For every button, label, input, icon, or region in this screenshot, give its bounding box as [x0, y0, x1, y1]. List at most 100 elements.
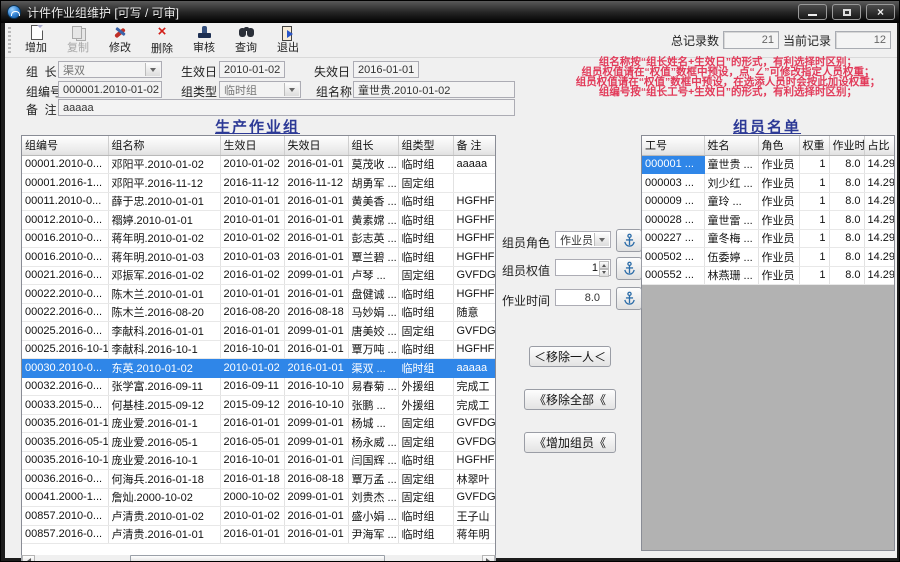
table-cell[interactable]: GVFDGF [453, 414, 495, 433]
table-cell[interactable]: 14.29 [864, 229, 894, 248]
table-row[interactable]: 00032.2016-0... 张学富.2016-09-11 2016-09-11 2… [22, 377, 495, 396]
table-cell[interactable]: 童玲 ... [704, 192, 759, 211]
table-cell[interactable]: 000502 ... [642, 247, 705, 267]
table-cell[interactable]: 2099-01-01 [284, 266, 349, 285]
table-cell[interactable]: 8.0 [829, 173, 865, 193]
add-button[interactable]: 增加 [16, 24, 56, 56]
table-cell[interactable]: 2000-10-02 [220, 488, 285, 507]
table-cell[interactable]: 林翠叶 [453, 469, 495, 489]
column-header[interactable]: 组长 [348, 136, 399, 156]
table-cell[interactable]: 2016-01-01 [284, 451, 349, 470]
table-cell[interactable]: 00025.2016-10-1 [22, 340, 109, 359]
table-row[interactable]: 00021.2016-0... 邓振军.2016-01-02 2016-01-02 2… [22, 266, 495, 285]
table-cell[interactable]: 作业员 [758, 155, 800, 174]
table-cell[interactable]: 14.29 [864, 266, 894, 285]
column-header[interactable]: 权重 [799, 136, 830, 156]
table-cell[interactable]: 00035.2016-10-1 [22, 451, 109, 470]
table-cell[interactable]: 2016-10-01 [220, 340, 285, 359]
table-cell[interactable]: 14.29 [864, 192, 894, 211]
table-cell[interactable]: 东英.2010-01-02 [108, 358, 221, 378]
work-time-field[interactable]: 8.0 [555, 289, 611, 306]
table-cell[interactable]: 临时组 [398, 340, 454, 359]
table-cell[interactable]: 邓振军.2016-01-02 [108, 266, 221, 285]
table-cell[interactable]: 2016-01-01 [284, 358, 349, 378]
table-cell[interactable]: 2010-01-02 [220, 506, 285, 526]
table-cell[interactable]: 临时组 [398, 247, 454, 267]
table-cell[interactable]: 2010-01-03 [220, 247, 285, 267]
table-cell[interactable]: GVFDGF [453, 321, 495, 341]
table-cell[interactable]: 1 [799, 247, 830, 267]
table-cell[interactable]: 2016-10-01 [220, 451, 285, 470]
apply-weight-button[interactable] [616, 257, 642, 280]
table-row[interactable]: 00035.2016-10-1 庞业爱.2016-10-1 2016-10-01 20… [22, 451, 495, 470]
table-cell[interactable]: 8.0 [829, 247, 865, 267]
table-row[interactable]: 00025.2016-10-1 李献科.2016-10-1 2016-10-01 20… [22, 340, 495, 359]
table-cell[interactable]: 2099-01-01 [284, 488, 349, 507]
table-row[interactable]: 00011.2010-0... 薛于忠.2010-01-01 2010-01-01 2… [22, 192, 495, 211]
table-cell[interactable]: 张鹏 ... [348, 395, 399, 415]
table-cell[interactable]: 彭志英 ... [348, 229, 399, 248]
table-cell[interactable]: 作业员 [758, 247, 800, 267]
table-cell[interactable]: 卢琴 ... [348, 266, 399, 285]
table-cell[interactable]: 作业员 [758, 266, 800, 285]
column-header[interactable]: 姓名 [704, 136, 759, 156]
close-button[interactable]: × [866, 4, 895, 20]
table-cell[interactable]: 何海兵.2016-01-18 [108, 469, 221, 489]
table-cell[interactable]: 00022.2016-0... [22, 303, 109, 322]
remove-one-button[interactable]: ＜移除一人＜ [529, 346, 611, 367]
table-cell[interactable]: HGFHFG [453, 192, 495, 211]
chevron-down-icon[interactable] [284, 83, 299, 96]
column-header[interactable]: 组类型 [398, 136, 454, 156]
table-cell[interactable]: 000009 ... [642, 192, 705, 211]
del-button[interactable]: × 删除 [142, 24, 182, 56]
table-row[interactable]: 00012.2010-0... 禤婷.2010-01-01 2010-01-01 20… [22, 210, 495, 230]
table-cell[interactable]: 1 [799, 229, 830, 248]
table-cell[interactable]: 胡勇军 ... [348, 173, 399, 193]
table-cell[interactable]: 张学富.2016-09-11 [108, 377, 221, 396]
table-cell[interactable]: 2016-01-01 [284, 210, 349, 230]
table-row[interactable]: 00001.2010-0... 邓阳平.2010-01-02 2010-01-02 2… [22, 155, 495, 174]
table-cell[interactable]: 8.0 [829, 210, 865, 230]
column-header[interactable]: 组名称 [108, 136, 221, 156]
table-cell[interactable]: 童世雷 ... [704, 210, 759, 230]
table-cell[interactable]: 00001.2016-1... [22, 173, 109, 193]
table-cell[interactable]: 2016-08-18 [284, 303, 349, 322]
table-cell[interactable]: 1 [799, 266, 830, 285]
table-cell[interactable]: GVFDGF [453, 432, 495, 452]
table-cell[interactable]: 2016-01-01 [284, 506, 349, 526]
table-cell[interactable]: 渠双 ... [348, 358, 399, 378]
start-date-field[interactable]: 2010-01-02 [219, 61, 285, 78]
table-cell[interactable]: 2099-01-01 [284, 321, 349, 341]
table-cell[interactable]: 临时组 [398, 451, 454, 470]
spin-up-icon[interactable] [599, 261, 609, 269]
table-cell[interactable]: 临时组 [398, 229, 454, 248]
table-cell[interactable]: 00021.2016-0... [22, 266, 109, 285]
table-cell[interactable]: 固定组 [398, 321, 454, 341]
table-cell[interactable]: 庞业爱.2016-05-1 [108, 432, 221, 452]
table-row[interactable]: 000502 ... 伍委婷 ... 作业员 1 8.0 14.29 [642, 247, 894, 267]
table-cell[interactable]: 00857.2010-0... [22, 506, 109, 526]
table-cell[interactable]: 14.29 [864, 155, 894, 174]
table-cell[interactable]: GVFDGF [453, 266, 495, 285]
table-cell[interactable]: 14.29 [864, 173, 894, 193]
table-row[interactable]: 00022.2010-0... 陈木兰.2010-01-01 2010-01-01 2… [22, 284, 495, 304]
table-cell[interactable]: 盛小娟 ... [348, 506, 399, 526]
table-cell[interactable]: 临时组 [398, 210, 454, 230]
table-row[interactable]: 00033.2015-0... 何基桂.2015-09-12 2015-09-12 2… [22, 395, 495, 415]
table-row[interactable]: 00030.2010-0... 东英.2010-01-02 2010-01-02 20… [22, 358, 495, 378]
column-header[interactable]: 工号 [642, 136, 705, 156]
table-cell[interactable]: 00011.2010-0... [22, 192, 109, 211]
table-cell[interactable]: 固定组 [398, 488, 454, 507]
table-cell[interactable]: 闫国辉 ... [348, 451, 399, 470]
table-row[interactable]: 00025.2016-0... 李献科.2016-01-01 2016-01-01 2… [22, 321, 495, 341]
table-cell[interactable]: 覃万孟 ... [348, 469, 399, 489]
table-cell[interactable]: 00022.2010-0... [22, 284, 109, 304]
column-header[interactable]: 失效日 [284, 136, 349, 156]
table-cell[interactable]: 00016.2010-0... [22, 247, 109, 267]
table-cell[interactable]: 童冬梅 ... [704, 229, 759, 248]
add-member-button[interactable]: 《增加组员《 [524, 432, 616, 453]
table-cell[interactable]: 2016-01-01 [220, 414, 285, 433]
exit-button[interactable]: 退出 [268, 24, 308, 56]
table-cell[interactable]: 覃兰碧 ... [348, 247, 399, 267]
table-cell[interactable]: 00033.2015-0... [22, 395, 109, 415]
